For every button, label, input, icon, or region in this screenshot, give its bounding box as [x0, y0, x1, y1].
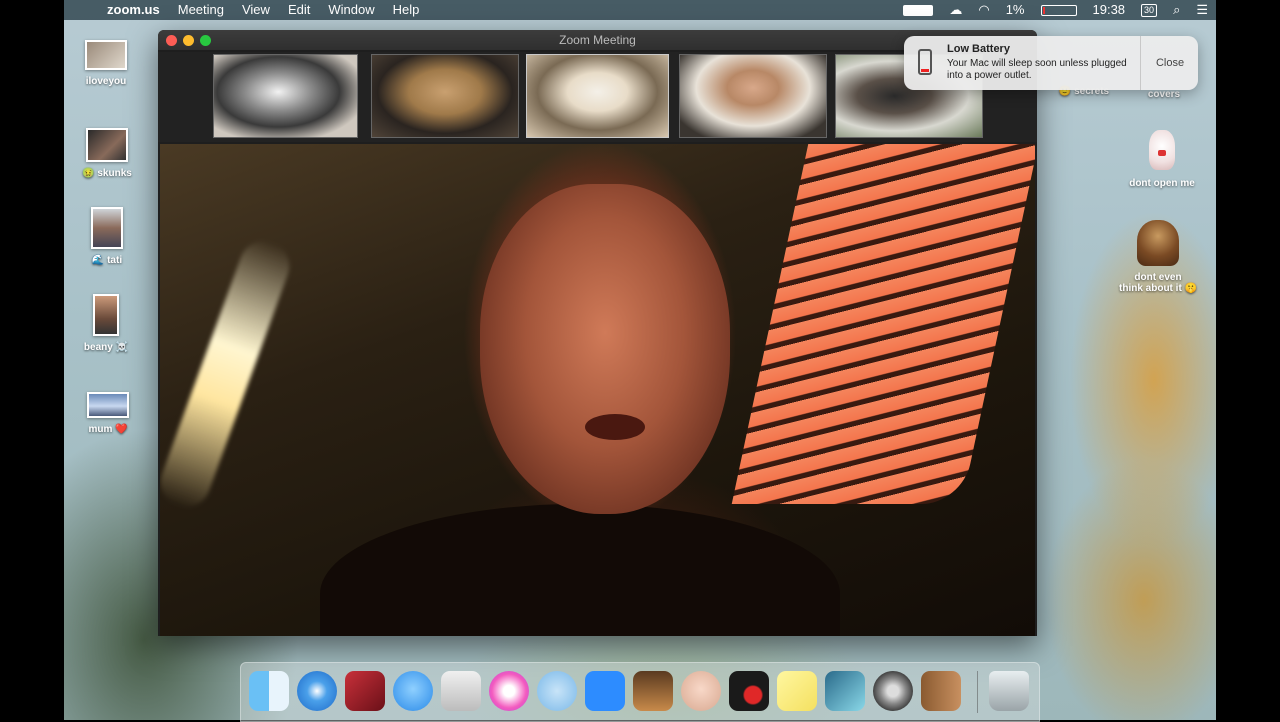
background-lamp: [731, 144, 1035, 504]
bunny-sticker-icon: [1149, 130, 1175, 170]
desktop-item-label: dont open me: [1129, 178, 1195, 189]
low-battery-notification[interactable]: Low Battery Your Mac will sleep soon unl…: [904, 36, 1198, 90]
participant-video-jack-russell[interactable]: [526, 54, 669, 138]
battery-icon[interactable]: [1033, 0, 1085, 20]
image-thumbnail-icon: [91, 207, 123, 249]
notification-center-icon[interactable]: ☰: [1188, 0, 1216, 20]
participant-video-husky[interactable]: [213, 54, 358, 138]
close-window-icon[interactable]: [166, 35, 177, 46]
desktop-item-label: think about it 🤫: [1119, 283, 1197, 294]
garageband-icon[interactable]: [633, 671, 673, 711]
calendar-icon[interactable]: 30: [1141, 3, 1158, 17]
notification-body: Your Mac will sleep soon unless plugged …: [947, 58, 1127, 81]
wifi-icon[interactable]: ◠: [970, 0, 997, 20]
desktop-item-beany[interactable]: beany ☠️: [78, 294, 134, 353]
active-speaker-video[interactable]: [160, 144, 1035, 636]
photo-booth-icon[interactable]: [345, 671, 385, 711]
minimize-window-icon[interactable]: [183, 35, 194, 46]
desktop-item-dont-open-me[interactable]: dont open me: [1118, 130, 1206, 189]
speaker-shoulders: [320, 504, 840, 636]
image-thumbnail-icon: [87, 392, 129, 418]
background-light: [160, 233, 297, 515]
desktop-item-iloveyou[interactable]: iloveyou: [78, 40, 134, 87]
preview-icon[interactable]: [825, 671, 865, 711]
desktop-item-mum[interactable]: mum ❤️: [78, 392, 138, 435]
speaker-mouth: [585, 414, 645, 440]
desktop-item-label: dont even: [1134, 272, 1182, 283]
itunes-icon[interactable]: [489, 671, 529, 711]
zoom-window-icon[interactable]: [200, 35, 211, 46]
dock: [240, 662, 1040, 722]
spotlight-search-icon[interactable]: ⌕: [1165, 0, 1188, 20]
seal-app-icon[interactable]: [537, 671, 577, 711]
dock-separator: [977, 671, 978, 713]
clock[interactable]: 19:38: [1085, 0, 1134, 20]
app-menu[interactable]: zoom.us: [98, 0, 169, 20]
menu-window[interactable]: Window: [319, 0, 383, 20]
participant-video-woman[interactable]: [679, 54, 827, 138]
lion-sticker-icon: [1137, 220, 1179, 266]
window-title: Zoom Meeting: [559, 33, 636, 47]
contacts-icon[interactable]: [921, 671, 961, 711]
messages-icon[interactable]: [393, 671, 433, 711]
trash-icon[interactable]: [989, 671, 1029, 711]
desktop-item-covers[interactable]: covers: [1136, 89, 1192, 100]
finder-icon[interactable]: [249, 671, 289, 711]
stickies-icon[interactable]: [777, 671, 817, 711]
desktop-item-skunks[interactable]: 🤢 skunks: [78, 128, 136, 179]
battery-percent[interactable]: 1%: [998, 0, 1033, 20]
desktop-item-label: covers: [1147, 89, 1181, 100]
battery-low-icon: [918, 49, 932, 75]
status-area: ☁ ◠ 1% 19:38 30 ⌕ ☰: [895, 0, 1216, 20]
menu-view[interactable]: View: [233, 0, 279, 20]
zoom-app-icon[interactable]: [585, 671, 625, 711]
desktop-item-label: beany ☠️: [83, 342, 129, 353]
desktop-item-label: mum ❤️: [88, 424, 128, 435]
menu-bar: zoom.us Meeting View Edit Window Help ☁ …: [64, 0, 1216, 20]
image-thumbnail-icon: [93, 294, 119, 336]
menu-help[interactable]: Help: [384, 0, 429, 20]
speaker-face: [480, 184, 730, 514]
desktop-item-label: iloveyou: [85, 76, 127, 87]
menu-meeting[interactable]: Meeting: [169, 0, 233, 20]
zoom-meeting-window: Zoom Meeting: [158, 30, 1037, 636]
dvd-player-icon[interactable]: [729, 671, 769, 711]
system-preferences-icon[interactable]: [873, 671, 913, 711]
safari-icon[interactable]: [297, 671, 337, 711]
notification-title: Low Battery: [947, 43, 1010, 55]
image-thumbnail-icon: [86, 128, 128, 162]
menu-edit[interactable]: Edit: [279, 0, 319, 20]
desktop-item-label: 🌊 tati: [91, 255, 123, 266]
desktop-item-label: 🤢 skunks: [82, 168, 132, 179]
desktop-item-tati[interactable]: 🌊 tati: [78, 207, 136, 266]
inkscape-icon[interactable]: [441, 671, 481, 711]
zoom-status-icon[interactable]: [895, 0, 941, 20]
face-app-icon[interactable]: [681, 671, 721, 711]
desktop-item-dont-even-think-about-it[interactable]: dont even think about it 🤫: [1112, 220, 1204, 294]
notification-close-button[interactable]: Close: [1140, 36, 1199, 90]
participant-video-doodle[interactable]: [371, 54, 519, 138]
image-thumbnail-icon: [85, 40, 127, 70]
creative-cloud-icon[interactable]: ☁: [941, 0, 970, 20]
